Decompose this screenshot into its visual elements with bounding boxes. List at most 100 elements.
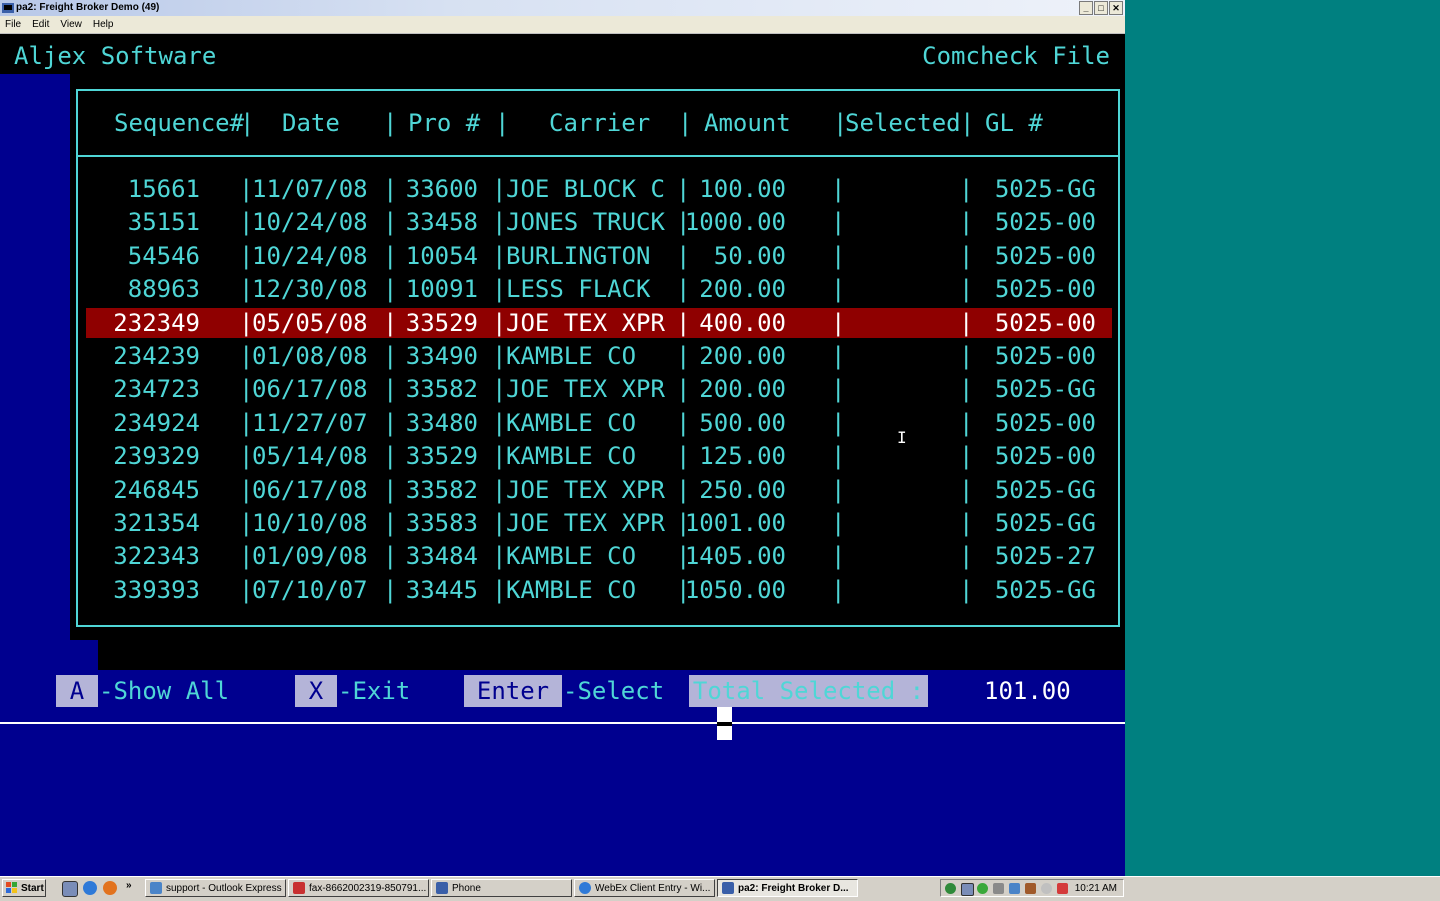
taskbar-button-outlook[interactable]: support - Outlook Express	[145, 879, 286, 897]
table-row[interactable]: 321354 | 10/10/08 | 33583 | JOE TEX XPR | 1001.0…	[86, 508, 1112, 538]
m-tray-icon[interactable]	[1057, 883, 1068, 894]
column-separator: |	[959, 442, 974, 471]
cell-sequence: 88963	[127, 275, 200, 304]
column-separator: |	[831, 575, 846, 604]
terminal-app-icon	[2, 3, 14, 13]
clock-tray-icon[interactable]	[1041, 883, 1052, 894]
quicklaunch-overflow-icon[interactable]: »	[126, 880, 132, 891]
mouse-ibeam-cursor: I	[897, 428, 907, 447]
cell-pro: 33445	[405, 575, 478, 604]
cell-pro: 33582	[405, 475, 478, 504]
total-selected-value: 101.00	[984, 677, 1071, 705]
menu-view[interactable]: View	[55, 19, 88, 30]
quicklaunch-ie-icon[interactable]	[83, 881, 97, 895]
header-sep: |	[495, 109, 510, 137]
key-x[interactable]: X	[295, 675, 337, 707]
cell-carrier: JOE TEX XPR	[506, 308, 665, 337]
column-separator: |	[492, 475, 507, 504]
cell-amount: 1050.00	[684, 575, 786, 604]
tools-icon[interactable]	[993, 883, 1004, 894]
table-row[interactable]: 322343 | 01/09/08 | 33484 | KAMBLE CO | 1405.00 |…	[86, 541, 1112, 571]
column-separator: |	[831, 308, 846, 337]
cell-carrier: LESS FLACK	[506, 275, 651, 304]
table-row[interactable]: 339393 | 07/10/07 | 33445 | KAMBLE CO | 1050.00 |…	[86, 575, 1112, 605]
table-row[interactable]: 239329 | 05/14/08 | 33529 | KAMBLE CO | 125.00 | |…	[86, 441, 1112, 471]
quicklaunch-firefox-icon[interactable]	[103, 881, 117, 895]
cell-gl: 5025-00	[994, 442, 1096, 471]
table-row[interactable]: 35151 | 10/24/08 | 33458 | JONES TRUCK | 1000.00…	[86, 207, 1112, 237]
cell-pro: 33600	[405, 175, 478, 203]
cell-gl: 5025-GG	[994, 475, 1096, 504]
cell-sequence: 232349	[113, 308, 200, 337]
column-separator: |	[959, 575, 974, 604]
start-button[interactable]: Start	[2, 879, 46, 897]
column-separator: |	[831, 342, 846, 370]
table-row[interactable]: 246845 | 06/17/08 | 33582 | JOE TEX XPR | 250.00…	[86, 475, 1112, 505]
browser-icon	[579, 882, 591, 894]
menu-help[interactable]: Help	[88, 19, 120, 30]
taskbar-button-label: Phone	[452, 882, 481, 894]
header-sequence: Sequence#	[114, 109, 245, 137]
table-row[interactable]: 234924 | 11/27/07 | 33480 | KAMBLE CO | 500.00 | |…	[86, 408, 1112, 438]
column-separator: |	[959, 275, 974, 304]
column-separator: |	[383, 442, 398, 471]
column-separator: |	[959, 408, 974, 437]
column-separator: |	[492, 575, 507, 604]
terminal-screen[interactable]: Aljex Software Comcheck File Sequence# |…	[0, 34, 1125, 876]
table-row[interactable]: 15661 | 11/07/08 | 33600 | JOE BLOCK C | 100.00 |…	[86, 174, 1112, 204]
terminal-icon	[722, 882, 734, 894]
cell-amount: 500.00	[699, 408, 786, 437]
monitor-icon[interactable]	[1009, 883, 1020, 894]
column-separator: |	[959, 475, 974, 504]
key-enter[interactable]: Enter	[464, 675, 562, 707]
cell-sequence: 246845	[113, 475, 200, 504]
table-row[interactable]: 234239 | 01/08/08 | 33490 | KAMBLE CO | 200.00 | |…	[86, 341, 1112, 371]
quicklaunch-b-icon[interactable]	[62, 881, 78, 897]
minimize-button[interactable]: _	[1079, 1, 1093, 15]
header-pro: Pro #	[408, 109, 481, 137]
menu-edit[interactable]: Edit	[27, 19, 55, 30]
cell-date: 11/07/08	[252, 175, 368, 203]
taskbar: Start » support - Outlook Express fax-86…	[0, 876, 1440, 901]
app-title: Aljex Software	[14, 42, 217, 70]
taskbar-button-phone[interactable]: Phone	[431, 879, 572, 897]
globe-icon[interactable]	[977, 883, 988, 894]
column-separator: |	[831, 509, 846, 537]
cell-carrier: JOE TEX XPR	[506, 475, 665, 504]
taskbar-button-fax[interactable]: fax-8662002319-850791...	[288, 879, 429, 897]
windows-logo-icon	[6, 882, 17, 893]
column-separator: |	[676, 375, 691, 404]
maximize-button[interactable]: □	[1094, 1, 1108, 15]
window-titlebar[interactable]: pa2: Freight Broker Demo (49) _ □ ✕	[0, 0, 1125, 16]
cell-date: 10/24/08	[252, 208, 368, 237]
table-row[interactable]: 54546 | 10/24/08 | 10054 | BURLINGTON | 50.00 | | 5…	[86, 241, 1112, 271]
cell-carrier: JONES TRUCK	[506, 208, 665, 237]
taskbar-button-freight-broker[interactable]: pa2: Freight Broker D...	[717, 879, 858, 897]
outlook-icon	[150, 882, 162, 894]
cell-date: 05/05/08	[252, 308, 368, 337]
menu-bar: File Edit View Help	[0, 16, 1125, 34]
key-a[interactable]: A	[56, 675, 98, 707]
table-row[interactable]: 88963 | 12/30/08 | 10091 | LESS FLACK | 200.00 | |…	[86, 274, 1112, 304]
column-separator: |	[383, 308, 398, 337]
b-tray-icon[interactable]	[961, 883, 974, 896]
cell-amount: 1001.00	[684, 509, 786, 537]
table-row[interactable]: 232349 | 05/05/08 | 33529 | JOE TEX XPR | 400.00…	[86, 307, 1112, 338]
close-button[interactable]: ✕	[1109, 1, 1123, 15]
cell-amount: 200.00	[699, 342, 786, 370]
cell-carrier: KAMBLE CO	[506, 575, 637, 604]
table-row[interactable]: 234723 | 06/17/08 | 33582 | JOE TEX XPR | 200.00…	[86, 374, 1112, 404]
column-separator: |	[959, 342, 974, 370]
taskbar-clock[interactable]: 10:21 AM	[1075, 883, 1117, 894]
cell-pro: 10054	[405, 241, 478, 270]
cell-date: 06/17/08	[252, 475, 368, 504]
menu-file[interactable]: File	[0, 19, 27, 30]
column-separator: |	[383, 509, 398, 537]
network-icon[interactable]	[945, 883, 956, 894]
f-tray-icon[interactable]	[1025, 883, 1036, 894]
taskbar-button-webex[interactable]: WebEx Client Entry - Wi...	[574, 879, 715, 897]
taskbar-button-label: pa2: Freight Broker D...	[738, 882, 849, 894]
cell-pro: 33529	[405, 308, 478, 337]
cell-sequence: 239329	[113, 442, 200, 471]
cell-gl: 5025-GG	[994, 175, 1096, 203]
